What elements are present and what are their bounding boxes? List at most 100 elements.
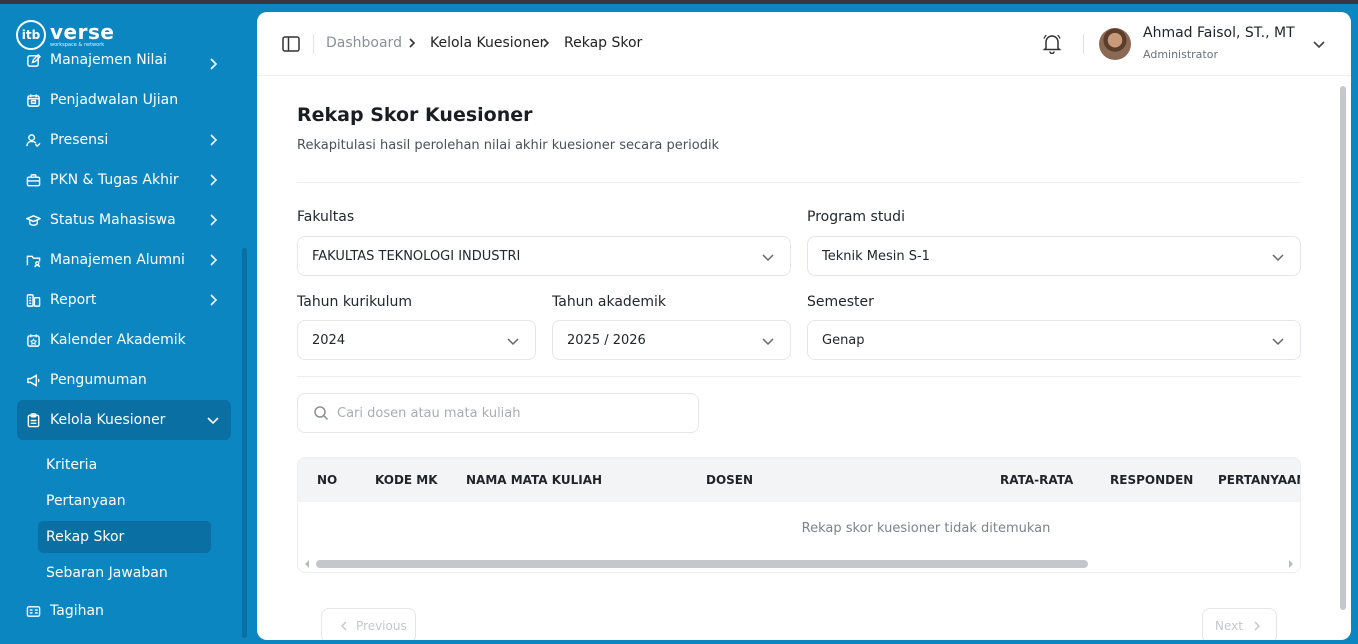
logo-text: verse — [50, 20, 115, 44]
logo-tagline: workspace & network — [50, 42, 105, 48]
prodi-label: Program studi — [807, 209, 905, 225]
chevron-right-icon — [210, 294, 218, 306]
search-box[interactable] — [297, 393, 699, 433]
breadcrumb-chevron-icon — [543, 38, 550, 48]
breadcrumb-chevron-icon — [409, 38, 416, 48]
sidebar-item-label: Status Mahasiswa — [50, 212, 176, 228]
akademik-label: Tahun akademik — [552, 294, 667, 310]
sidebar-subitem-kriteria[interactable]: Kriteria — [38, 449, 211, 481]
sidebar-item-label: Tagihan — [50, 603, 104, 619]
prodi-value: Teknik Mesin S-1 — [822, 248, 930, 264]
user-role: Administrator — [1143, 48, 1218, 61]
top-header: Dashboard Kelola Kuesioner Rekap Skor Ah… — [257, 12, 1351, 76]
column-header-rata-rata[interactable]: RATA-RATA — [1000, 473, 1073, 487]
table-header: NO KODE MK NAMA MATA KULIAH DOSEN RATA-R… — [298, 458, 1300, 502]
next-label: Next — [1215, 619, 1243, 633]
akademik-select[interactable]: 2025 / 2026 — [552, 320, 791, 360]
divider — [297, 376, 1301, 377]
column-header-kode-mk[interactable]: KODE MK — [375, 473, 438, 487]
sidebar-subitem-label: Kriteria — [46, 457, 98, 473]
sidebar-item-penjadwalan-ujian[interactable]: Penjadwalan Ujian — [17, 80, 231, 120]
edit-square-icon — [24, 51, 42, 69]
previous-label: Previous — [356, 619, 407, 633]
kurikulum-value: 2024 — [312, 332, 346, 348]
column-header-responden[interactable]: RESPONDEN — [1110, 473, 1193, 487]
akademik-value: 2025 / 2026 — [567, 332, 646, 348]
semester-value: Genap — [822, 332, 865, 348]
divider — [1083, 34, 1084, 54]
sidebar-subitem-label: Rekap Skor — [46, 529, 125, 545]
previous-page-button[interactable]: Previous — [321, 608, 416, 640]
sidebar-item-report[interactable]: Report — [17, 280, 231, 320]
rekap-table: NO KODE MK NAMA MATA KULIAH DOSEN RATA-R… — [297, 457, 1301, 573]
column-header-dosen[interactable]: DOSEN — [706, 473, 753, 487]
sidebar-item-pkn-tugas-akhir[interactable]: PKN & Tugas Akhir — [17, 160, 231, 200]
sidebar-scrollbar[interactable] — [242, 248, 247, 638]
chevron-down-icon — [1272, 338, 1284, 346]
column-header-nama-mata-kuliah[interactable]: NAMA MATA KULIAH — [466, 473, 602, 487]
fakultas-label: Fakultas — [297, 209, 355, 225]
sidebar-subitem-pertanyaan[interactable]: Pertanyaan — [38, 485, 211, 517]
chevron-down-icon — [1272, 254, 1284, 262]
sidebar-item-label: Report — [50, 292, 97, 308]
page-title: Rekap Skor Kuesioner — [297, 104, 533, 126]
chevron-right-icon — [210, 58, 218, 70]
sidebar-item-tagihan[interactable]: Tagihan — [17, 591, 231, 631]
calendar-icon — [24, 91, 42, 109]
sidebar-subitem-label: Sebaran Jawaban — [46, 565, 168, 581]
receipt-icon — [24, 602, 42, 620]
chevron-down-icon — [762, 338, 774, 346]
semester-select[interactable]: Genap — [807, 320, 1301, 360]
app-logo[interactable]: itb verse workspace & network — [16, 18, 114, 52]
notification-bell-icon[interactable] — [1041, 32, 1063, 54]
table-horizontal-scrollbar[interactable] — [298, 556, 1300, 572]
sidebar-item-label: Kalender Akademik — [50, 332, 186, 348]
breadcrumb-rekap-skor: Rekap Skor — [564, 35, 643, 51]
kurikulum-select[interactable]: 2024 — [297, 320, 536, 360]
sidebar-subitem-rekap-skor[interactable]: Rekap Skor — [38, 521, 211, 553]
sidebar-item-manajemen-alumni[interactable]: Manajemen Alumni — [17, 240, 231, 280]
fakultas-value: FAKULTAS TEKNOLOGI INDUSTRI — [312, 248, 521, 264]
sidebar-subitem-sebaran-jawaban[interactable]: Sebaran Jawaban — [38, 557, 211, 589]
sidebar-item-label: Pengumuman — [50, 372, 147, 388]
page-subtitle: Rekapitulasi hasil perolehan nilai akhir… — [297, 138, 720, 153]
logo-mark: itb — [16, 20, 46, 50]
sidebar-item-label: Penjadwalan Ujian — [50, 92, 179, 108]
calendar-star-icon — [24, 331, 42, 349]
sidebar-item-kalender-akademik[interactable]: Kalender Akademik — [17, 320, 231, 360]
chevron-right-icon — [210, 134, 218, 146]
sidebar-item-status-mahasiswa[interactable]: Status Mahasiswa — [17, 200, 231, 240]
kurikulum-label: Tahun kurikulum — [297, 294, 413, 310]
user-name[interactable]: Ahmad Faisol, ST., MT — [1143, 25, 1295, 41]
breadcrumb-dashboard[interactable]: Dashboard — [326, 33, 402, 53]
main-panel: Dashboard Kelola Kuesioner Rekap Skor Ah… — [257, 12, 1351, 640]
breadcrumb-kelola-kuesioner[interactable]: Kelola Kuesioner — [430, 33, 545, 53]
scroll-right-icon[interactable] — [1286, 559, 1296, 569]
user-avatar[interactable] — [1099, 28, 1131, 60]
next-page-button[interactable]: Next — [1202, 608, 1277, 640]
sidebar-item-label: Presensi — [50, 132, 109, 148]
scrollbar-thumb[interactable] — [316, 560, 1088, 568]
chevron-right-icon — [1254, 621, 1260, 631]
user-check-icon — [24, 131, 42, 149]
table-empty-message: Rekap skor kuesioner tidak ditemukan — [801, 521, 1051, 536]
sidebar-item-kelola-kuesioner[interactable]: Kelola Kuesioner — [17, 400, 231, 440]
chart-report-icon — [24, 291, 42, 309]
search-icon — [314, 406, 329, 421]
sidebar-item-label: PKN & Tugas Akhir — [50, 172, 179, 188]
prodi-select[interactable]: Teknik Mesin S-1 — [807, 236, 1301, 276]
divider — [313, 34, 314, 54]
column-header-pertanyaan[interactable]: PERTANYAAN — [1218, 473, 1300, 487]
clipboard-icon — [24, 411, 42, 429]
chevron-left-icon — [341, 621, 347, 631]
sidebar-item-presensi[interactable]: Presensi — [17, 120, 231, 160]
sidebar-toggle-icon[interactable] — [281, 34, 301, 54]
user-menu-chevron-icon[interactable] — [1311, 36, 1327, 52]
sidebar-item-pengumuman[interactable]: Pengumuman — [17, 360, 231, 400]
search-input[interactable] — [337, 405, 677, 421]
graduation-cap-icon — [24, 211, 42, 229]
scroll-left-icon[interactable] — [302, 559, 312, 569]
fakultas-select[interactable]: FAKULTAS TEKNOLOGI INDUSTRI — [297, 236, 791, 276]
content-scrollbar[interactable] — [1340, 86, 1346, 610]
column-header-no[interactable]: NO — [317, 473, 337, 487]
